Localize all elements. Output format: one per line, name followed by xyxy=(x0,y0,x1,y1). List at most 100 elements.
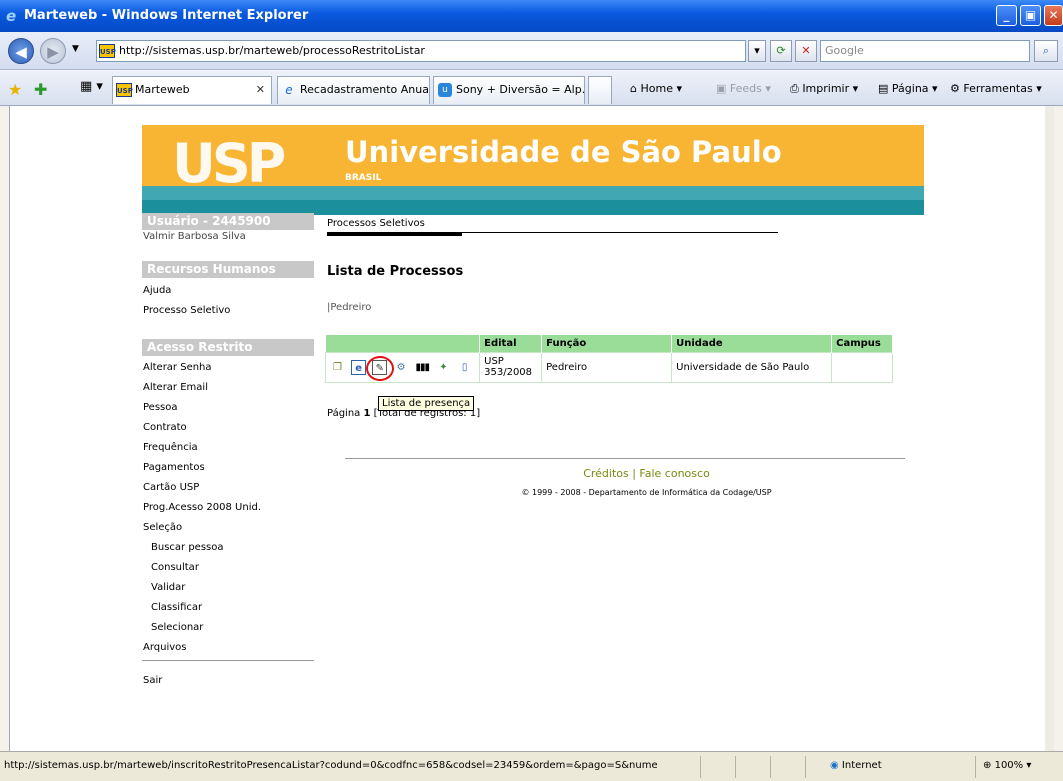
barcode-icon[interactable]: ▮▮▮ xyxy=(415,360,430,375)
sidebar-item-alterar-senha[interactable]: Alterar Senha xyxy=(143,362,212,373)
edit-e-icon[interactable]: e xyxy=(351,359,367,375)
status-bar: http://sistemas.usp.br/marteweb/inscrito… xyxy=(0,751,1063,781)
sidebar-item-contrato[interactable]: Contrato xyxy=(143,422,187,433)
status-divider xyxy=(805,756,806,778)
cell-campus xyxy=(831,351,893,383)
address-input[interactable]: USP http://sistemas.usp.br/marteweb/proc… xyxy=(96,40,746,62)
acesso-header: Acesso Restrito xyxy=(142,339,314,356)
search-input[interactable]: Google xyxy=(820,40,1030,62)
page-menu-button[interactable]: ▤ Página ▾ xyxy=(878,82,938,95)
document-icon[interactable]: ▯ xyxy=(457,360,472,375)
banner-stripe xyxy=(142,186,924,200)
sidebar-item-sair[interactable]: Sair xyxy=(143,675,162,686)
column-header-actions xyxy=(325,335,481,352)
close-tab-icon[interactable]: ✕ xyxy=(256,77,265,103)
sidebar-item-classificar[interactable]: Classificar xyxy=(151,602,202,613)
address-toolbar: ◀ ▶ ▼ USP http://sistemas.usp.br/martewe… xyxy=(0,32,1063,70)
usp-favicon-icon: USP xyxy=(116,83,133,97)
search-icon[interactable]: ⌕ xyxy=(1034,40,1058,62)
quick-tabs-icon[interactable]: ▦ ▾ xyxy=(80,79,103,94)
home-icon: ⌂ xyxy=(630,82,637,95)
sidebar-item-processo-seletivo[interactable]: Processo Seletivo xyxy=(143,305,230,316)
cell-edital: USP 353/2008 xyxy=(479,351,543,383)
title-bar: e Marteweb - Windows Internet Explorer _… xyxy=(0,0,1063,32)
pager-prefix: Página xyxy=(327,408,361,419)
puzzle-icon[interactable]: ✦ xyxy=(436,360,451,375)
table-row: ❐ e ✎ ⚙ ▮▮▮ ✦ ▯ USP 353/2008 Pedreiro Un… xyxy=(324,351,893,383)
sidebar-item-ajuda[interactable]: Ajuda xyxy=(143,285,171,296)
row-actions: ❐ e ✎ ⚙ ▮▮▮ ✦ ▯ xyxy=(324,351,481,383)
history-dropdown-icon[interactable]: ▼ xyxy=(72,44,79,54)
window-title: Marteweb - Windows Internet Explorer xyxy=(24,8,309,23)
page-title: Lista de Processos xyxy=(327,264,464,279)
copy-icon[interactable]: ❐ xyxy=(330,360,345,375)
browser-window: e Marteweb - Windows Internet Explorer _… xyxy=(0,0,1063,781)
sidebar-item-selecionar[interactable]: Selecionar xyxy=(151,622,203,633)
page-icon: ▤ xyxy=(878,82,889,95)
sidebar-item-arquivos[interactable]: Arquivos xyxy=(143,642,187,653)
gear-icon: ⚙ xyxy=(950,82,960,95)
tab-label: Marteweb xyxy=(135,83,190,96)
status-divider xyxy=(700,756,701,778)
address-url: http://sistemas.usp.br/marteweb/processo… xyxy=(119,44,425,57)
forward-button[interactable]: ▶ xyxy=(40,38,66,64)
sidebar-item-buscar-pessoa[interactable]: Buscar pessoa xyxy=(151,542,224,553)
printer-icon: ⎙ xyxy=(790,82,799,95)
stop-icon[interactable]: ✕ xyxy=(795,40,817,62)
process-table: Edital Função Unidade Campus ❐ e ✎ ⚙ ▮▮▮… xyxy=(324,335,893,383)
sidebar-item-consultar[interactable]: Consultar xyxy=(151,562,199,573)
footer-copyright: © 1999 - 2008 - Departamento de Informát… xyxy=(521,488,772,497)
tab-recadastramento[interactable]: e Recadastramento Anual xyxy=(277,76,430,104)
rh-header: Recursos Humanos xyxy=(142,261,314,278)
tools-menu-button[interactable]: ⚙ Ferramentas ▾ xyxy=(950,82,1042,95)
ie-logo-icon: e xyxy=(6,7,17,25)
settings-gear-icon[interactable]: ⚙ xyxy=(394,360,409,375)
tab-sony[interactable]: u Sony + Diversão = Alp... xyxy=(433,76,585,104)
site-favicon-icon: u xyxy=(438,83,452,97)
breadcrumb[interactable]: Processos Seletivos xyxy=(327,218,425,229)
filter-breadcrumb: |Pedreiro xyxy=(327,302,372,313)
feeds-icon: ▣ xyxy=(716,82,727,95)
ie-page-icon: e xyxy=(285,83,293,97)
refresh-icon[interactable]: ⟳ xyxy=(770,40,792,62)
new-tab-button[interactable] xyxy=(588,76,612,104)
cell-unidade: Universidade de São Paulo xyxy=(671,351,833,383)
sidebar-item-pessoa[interactable]: Pessoa xyxy=(143,402,178,413)
feeds-button[interactable]: ▣ Feeds ▾ xyxy=(716,82,771,95)
column-header-funcao: Função xyxy=(541,335,673,352)
usp-logo: USP xyxy=(172,132,286,195)
footer-links[interactable]: Créditos | Fale conosco xyxy=(10,467,1055,480)
zoom-control[interactable]: ⊕ 100% ▾ xyxy=(983,760,1031,771)
highlight-circle xyxy=(366,356,394,381)
sidebar-item-frequencia[interactable]: Frequência xyxy=(143,442,198,453)
vertical-scrollbar[interactable] xyxy=(1045,106,1054,751)
page-viewport: USP Universidade de São Paulo BRASIL Usu… xyxy=(9,106,1054,751)
column-header-edital: Edital xyxy=(479,335,543,352)
sidebar-item-selecao[interactable]: Seleção xyxy=(143,522,182,533)
sidebar-item-prog-acesso[interactable]: Prog.Acesso 2008 Unid. xyxy=(143,502,261,513)
sidebar-item-alterar-email[interactable]: Alterar Email xyxy=(143,382,208,393)
footer-divider xyxy=(345,458,905,459)
user-header: Usuário - 2445900 xyxy=(142,213,314,230)
cell-funcao: Pedreiro xyxy=(541,351,673,383)
globe-icon: ◉ xyxy=(830,760,839,771)
print-button[interactable]: ⎙ Imprimir ▾ xyxy=(790,82,858,96)
address-dropdown-button[interactable]: ▾ xyxy=(748,40,766,62)
column-header-unidade: Unidade xyxy=(671,335,833,352)
status-divider xyxy=(735,756,736,778)
tab-marteweb[interactable]: USP Marteweb ✕ xyxy=(112,76,272,104)
banner-subtitle: BRASIL xyxy=(345,173,382,183)
home-button[interactable]: ⌂ Home ▾ xyxy=(630,82,682,95)
tab-label: Sony + Diversão = Alp... xyxy=(456,83,585,96)
back-button[interactable]: ◀ xyxy=(8,38,34,64)
close-window-button[interactable]: ✕ xyxy=(1044,5,1063,26)
banner-title: Universidade de São Paulo xyxy=(345,135,782,169)
maximize-button[interactable]: ▣ xyxy=(1020,5,1041,26)
status-divider xyxy=(770,756,771,778)
status-divider xyxy=(975,756,976,778)
internet-zone[interactable]: ◉ Internet xyxy=(830,760,882,771)
sidebar-item-validar[interactable]: Validar xyxy=(151,582,185,593)
add-favorite-icon[interactable]: ✚ xyxy=(34,80,47,99)
favorites-star-icon[interactable]: ★ xyxy=(8,80,22,99)
minimize-button[interactable]: _ xyxy=(996,5,1017,26)
